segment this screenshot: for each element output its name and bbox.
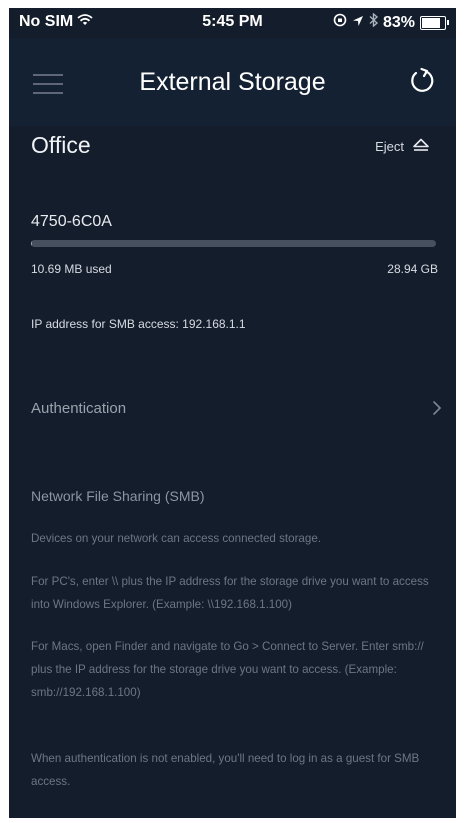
chevron-right-icon xyxy=(432,400,442,416)
authentication-label: Authentication xyxy=(31,400,127,417)
authentication-row[interactable]: Authentication xyxy=(9,380,456,436)
smb-ip-address: IP address for SMB access: 192.168.1.1 xyxy=(31,317,246,331)
refresh-icon[interactable] xyxy=(406,66,436,96)
smb-mac-instructions: For Macs, open Finder and navigate to Go… xyxy=(31,640,424,699)
battery-percent: 83% xyxy=(382,13,415,31)
smb-guest-note: When authentication is not enabled, you'… xyxy=(31,752,420,788)
storage-section-name: Office xyxy=(31,132,91,158)
status-bar: No SIM 5:45 PM 83% xyxy=(9,8,456,38)
battery-icon xyxy=(420,15,449,30)
smb-section-title: Network File Sharing (SMB) xyxy=(31,488,205,504)
total-space-label: 28.94 GB xyxy=(387,262,438,276)
used-space-label: 10.69 MB used xyxy=(31,262,112,276)
status-right: 83% xyxy=(333,12,449,32)
smb-info-paragraph: Devices on your network can access conne… xyxy=(31,532,321,545)
phone-screen: No SIM 5:45 PM 83% External Storage Offi… xyxy=(9,8,456,818)
storage-usage-bar xyxy=(31,240,436,247)
bluetooth-icon xyxy=(369,12,379,32)
location-icon xyxy=(352,14,364,32)
drive-name: 4750-6C0A xyxy=(31,213,112,230)
nav-bar: External Storage xyxy=(9,38,456,126)
eject-label: Eject xyxy=(375,139,404,154)
lock-rotation-icon xyxy=(333,13,347,32)
battery-fill xyxy=(422,17,441,28)
eject-button[interactable]: Eject xyxy=(375,138,430,155)
page-title: External Storage xyxy=(139,68,326,96)
eject-icon xyxy=(412,138,430,155)
smb-pc-instructions: For PC's, enter \\ plus the IP address f… xyxy=(31,575,429,611)
